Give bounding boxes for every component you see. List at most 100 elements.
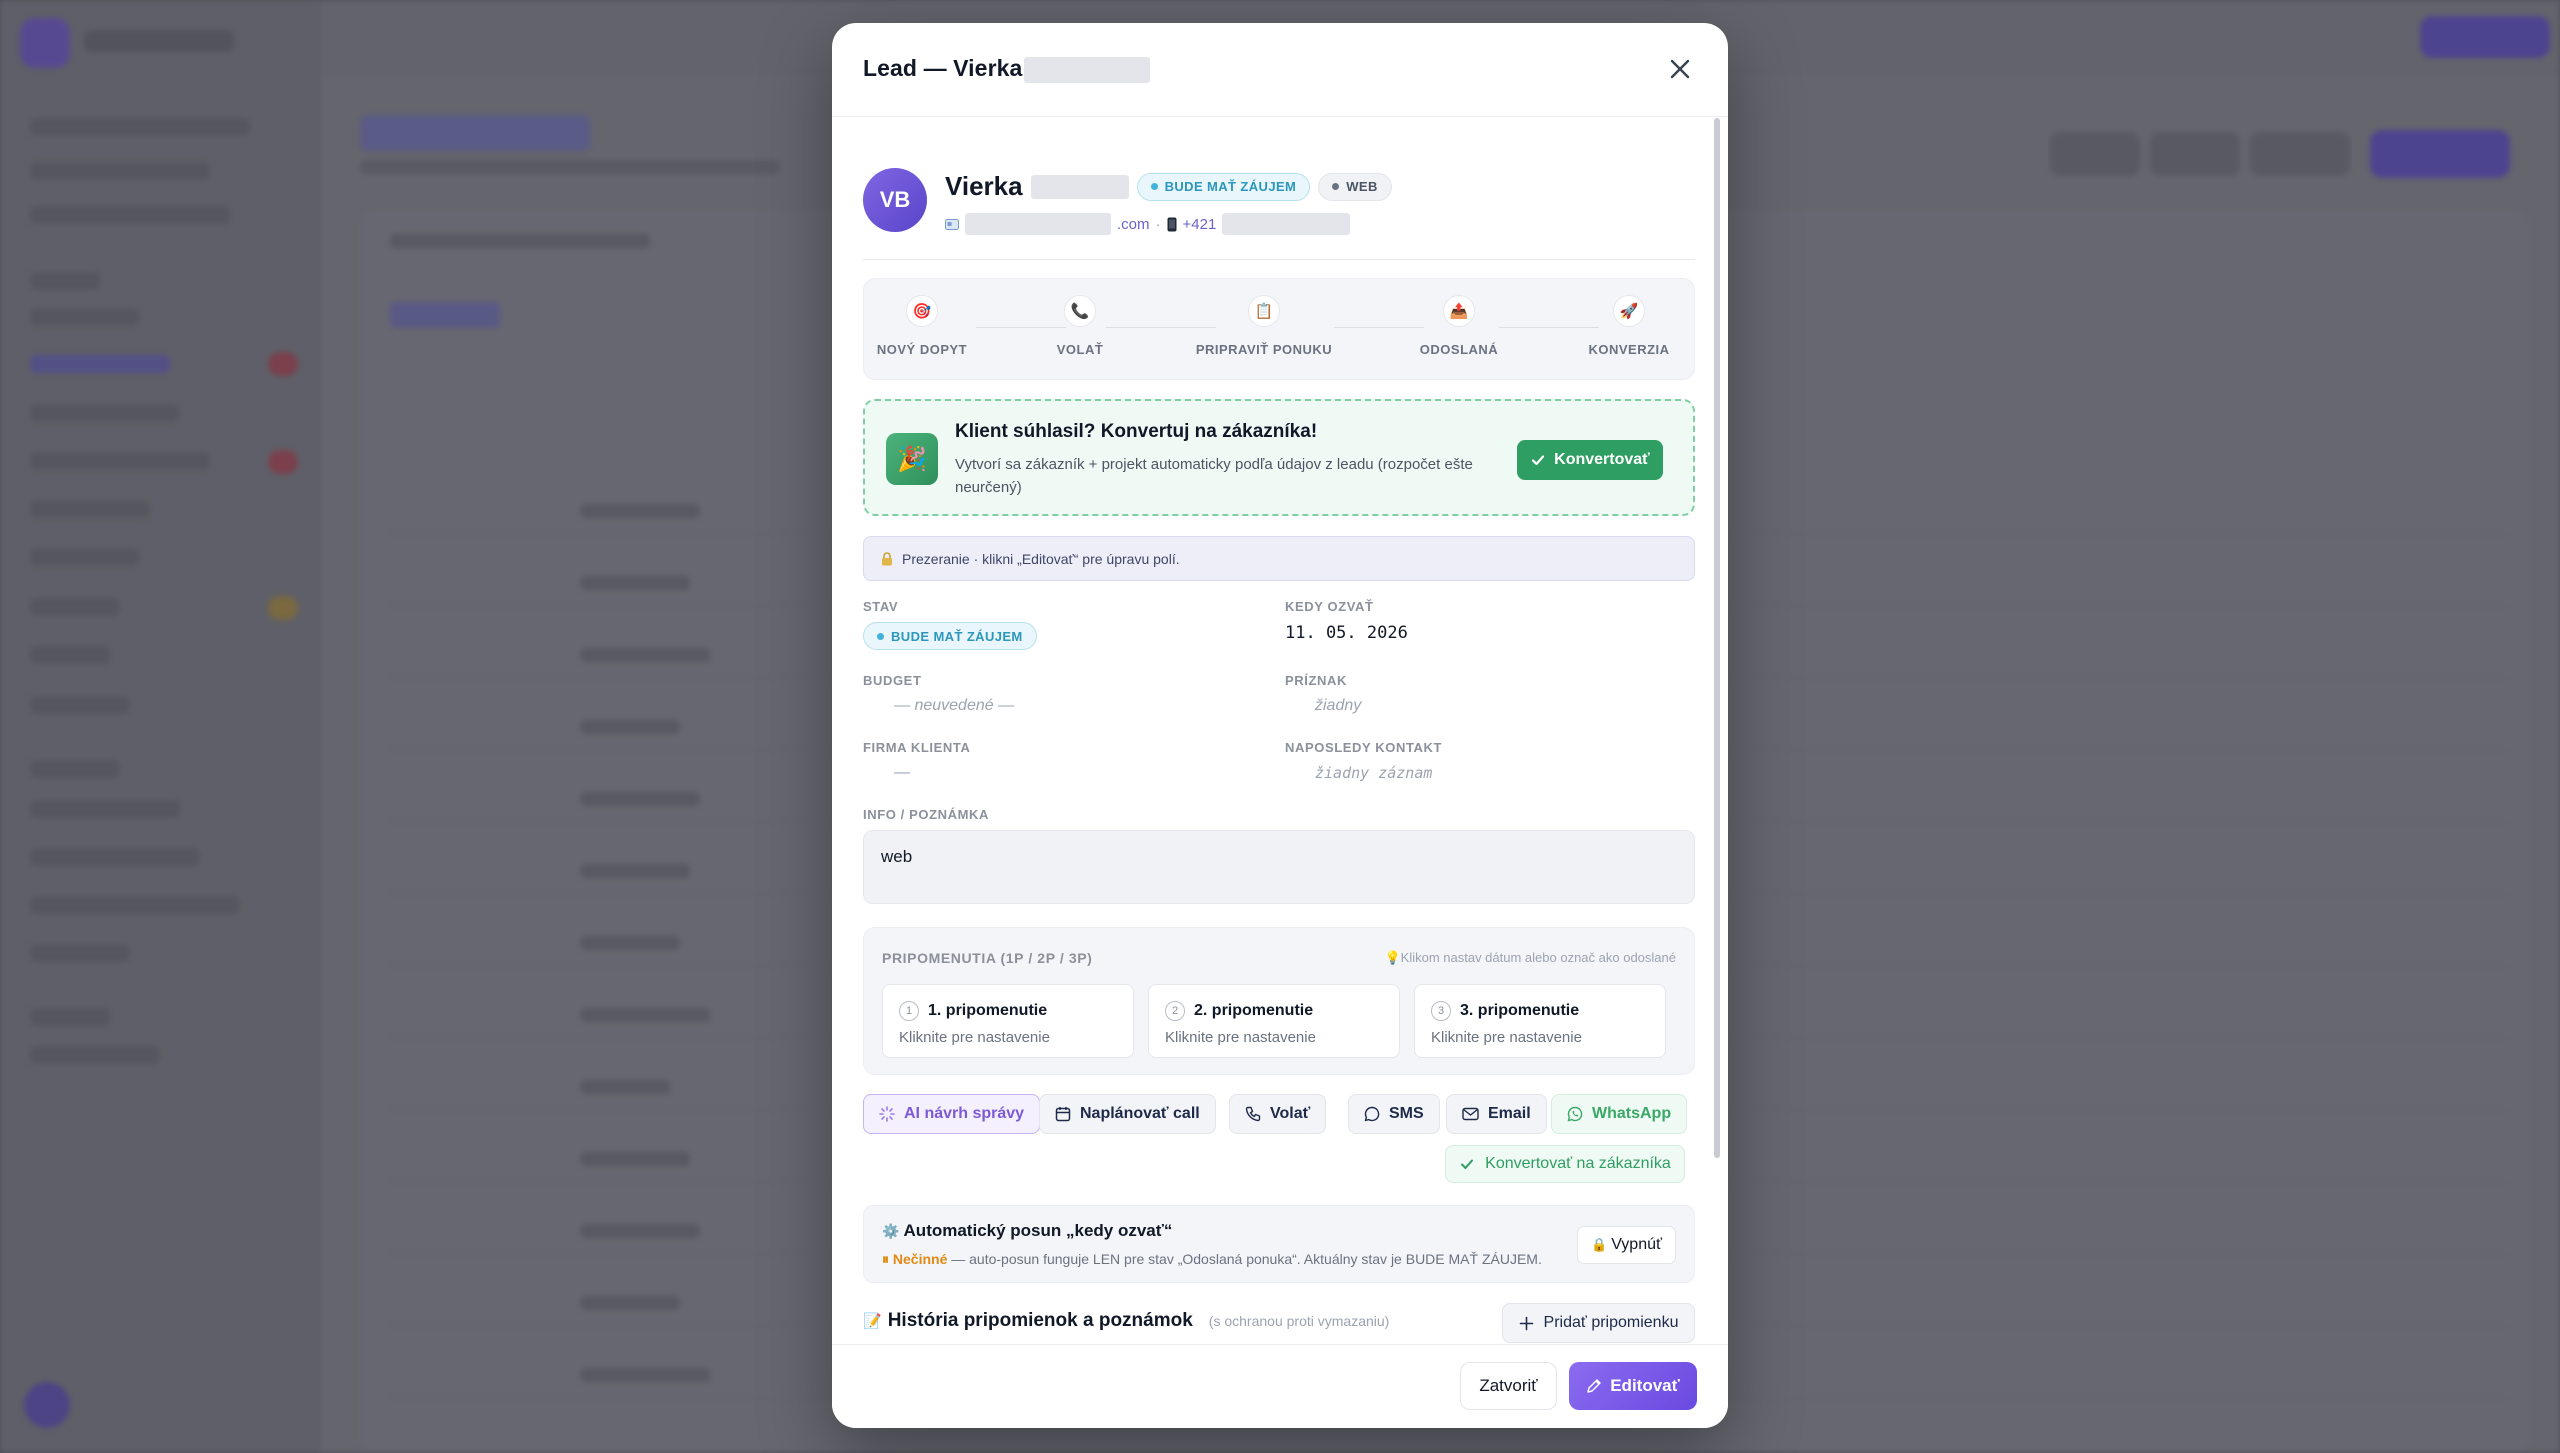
convert-title: Klient súhlasil? Konvertuj na zákazníka! xyxy=(955,421,1318,442)
edit-button[interactable]: Editovať xyxy=(1569,1362,1697,1410)
firma-klienta-value: — xyxy=(894,764,910,781)
lock-icon: 🔒 xyxy=(1591,1237,1608,1252)
reminder-number: 1 xyxy=(899,1001,919,1021)
kedy-ozvat-label: KEDY OZVAŤ xyxy=(1285,599,1374,614)
modal-title: Lead — Vierka xyxy=(863,55,1151,83)
reminder-card-3[interactable]: 3 3. pripomenutie Kliknite pre nastaveni… xyxy=(1414,984,1666,1058)
status-dot xyxy=(877,632,884,640)
lead-status-text: BUDE MAŤ ZÁUJEM xyxy=(1164,179,1297,194)
info-note: web xyxy=(863,830,1695,904)
close-button[interactable]: Zatvoriť xyxy=(1460,1362,1557,1410)
add-reminder-button[interactable]: Pridať pripomienku xyxy=(1502,1303,1695,1343)
lead-status-badge: BUDE MAŤ ZÁUJEM xyxy=(1136,172,1311,201)
disable-auto-shift-label: Vypnúť xyxy=(1611,1236,1662,1253)
lock-icon xyxy=(882,551,892,565)
add-reminder-label: Pridať pripomienku xyxy=(1543,1314,1679,1331)
auto-shift-description: ⏸ Nečinné — auto-posun funguje LEN pre s… xyxy=(882,1251,1542,1268)
reminders-panel: PRIPOMENUTIA (1P / 2P / 3P) 💡Klikom nast… xyxy=(863,927,1695,1075)
disable-auto-shift-button[interactable]: 🔒 Vypnúť xyxy=(1577,1226,1676,1264)
mail-icon xyxy=(1462,1107,1479,1121)
email-label: Email xyxy=(1488,1105,1531,1122)
firma-klienta-label: FIRMA KLIENTA xyxy=(863,740,971,755)
check-icon xyxy=(1532,455,1545,466)
lead-avatar: VB xyxy=(863,168,927,232)
pipeline-step-label: KONVERZIA xyxy=(1588,342,1670,357)
call-label: Volať xyxy=(1270,1105,1311,1122)
stav-value: BUDE MAŤ ZÁUJEM xyxy=(891,628,1023,644)
pause-icon: ⏸ xyxy=(882,1251,889,1267)
calendar-icon xyxy=(1055,1107,1071,1122)
sms-button[interactable]: SMS xyxy=(1348,1094,1440,1134)
pencil-icon xyxy=(1587,1379,1601,1393)
reminder-subtitle: Kliknite pre nastavenie xyxy=(1165,1029,1316,1046)
clipboard-icon: 📋 xyxy=(1248,295,1280,327)
modal-title-text: Lead — Vierka xyxy=(863,55,1023,81)
lead-contact-line: .com · +421 xyxy=(945,213,1351,235)
stav-badge: BUDE MAŤ ZÁUJEM xyxy=(863,622,1037,650)
whatsapp-icon xyxy=(1567,1106,1583,1122)
history-subtitle: (s ochranou proti vymazaniu) xyxy=(1208,1313,1390,1329)
ai-draft-label: AI návrh správy xyxy=(904,1105,1025,1122)
close-modal-button[interactable] xyxy=(1662,51,1698,87)
email-button[interactable]: Email xyxy=(1446,1094,1547,1134)
budget-label: BUDGET xyxy=(863,673,922,688)
whatsapp-button[interactable]: WhatsApp xyxy=(1551,1094,1688,1134)
pipeline-step-pripravit-ponuku[interactable]: 📋 PRIPRAVIŤ PONUKU xyxy=(1194,295,1334,357)
convert-description: Vytvorí sa zákazník + projekt automatick… xyxy=(955,456,1473,496)
priznak-value: žiadny xyxy=(1315,697,1362,714)
pipeline-step-volat[interactable]: 📞 VOLAŤ xyxy=(1010,295,1150,357)
gear-icon: ⚙️ xyxy=(882,1223,900,1239)
modal-body[interactable]: VB Vierka BUDE MAŤ ZÁUJEM WEB .com · +42… xyxy=(863,117,1695,1367)
info-label: INFO / POZNÁMKA xyxy=(863,807,989,822)
memo-icon: 📝 xyxy=(863,1313,882,1330)
schedule-call-button[interactable]: Naplánovať call xyxy=(1039,1094,1216,1134)
reminder-card-1[interactable]: 1 1. pripomenutie Kliknite pre nastaveni… xyxy=(882,984,1134,1058)
convert-button[interactable]: Konvertovať xyxy=(1517,440,1663,480)
source-dot xyxy=(1332,183,1340,190)
convert-to-customer-button[interactable]: Konvertovať na zákazníka xyxy=(1445,1145,1685,1183)
phone-device-icon xyxy=(1167,217,1177,231)
target-icon: 🎯 xyxy=(906,295,938,327)
auto-shift-title-row: ⚙️ Automatický posun „kedy ozvať“ xyxy=(882,1221,1172,1241)
lead-source-text: WEB xyxy=(1346,179,1378,194)
ai-draft-button[interactable]: AI návrh správy xyxy=(863,1094,1041,1134)
pipeline-step-odoslana[interactable]: 📤 ODOSLANÁ xyxy=(1389,295,1529,357)
pipeline-step-label: PRIPRAVIŤ PONUKU xyxy=(1195,342,1333,357)
call-button[interactable]: Volať xyxy=(1229,1094,1327,1134)
reminder-card-2[interactable]: 2 2. pripomenutie Kliknite pre nastaveni… xyxy=(1148,984,1400,1058)
pipeline-step-konverzia[interactable]: 🚀 KONVERZIA xyxy=(1559,295,1695,357)
plus-icon xyxy=(1519,1316,1533,1330)
lead-phone-prefix[interactable]: +421 xyxy=(1183,216,1217,233)
reminder-number: 3 xyxy=(1431,1001,1451,1021)
reminder-name: 2. pripomenutie xyxy=(1194,1002,1314,1019)
reminders-title: PRIPOMENUTIA (1P / 2P / 3P) xyxy=(882,950,1093,966)
auto-shift-title: Automatický posun „kedy ozvať“ xyxy=(903,1221,1173,1240)
chat-bubble-icon xyxy=(1364,1106,1380,1122)
status-dot xyxy=(1150,183,1158,190)
lead-detail-modal: Lead — Vierka VB Vierka BUDE MAŤ ZÁUJEM … xyxy=(832,23,1728,1428)
convert-button-label: Konvertovať xyxy=(1554,451,1650,468)
reminder-number: 2 xyxy=(1165,1001,1185,1021)
contact-separator: · xyxy=(1155,215,1161,233)
modal-header: Lead — Vierka xyxy=(832,23,1728,117)
modal-scrollbar[interactable] xyxy=(1714,118,1720,1158)
pipeline-stepper: 🎯 NOVÝ DOPYT 📞 VOLAŤ 📋 PRIPRAVIŤ PONUKU … xyxy=(863,278,1695,380)
lead-name-row: Vierka BUDE MAŤ ZÁUJEM WEB xyxy=(945,171,1392,202)
redacted-phone xyxy=(1222,213,1351,235)
sparkle-loader-icon xyxy=(879,1106,895,1122)
header-divider xyxy=(863,259,1695,260)
auto-shift-status: Nečinné xyxy=(892,1251,948,1267)
kedy-ozvat-value: 11. 05. 2026 xyxy=(1285,623,1408,643)
naposledy-kontakt-label: NAPOSLEDY KONTAKT xyxy=(1285,740,1443,755)
phone-icon xyxy=(1245,1106,1261,1122)
redacted-surname xyxy=(1030,174,1129,199)
pipeline-step-novy-dopyt[interactable]: 🎯 NOVÝ DOPYT xyxy=(863,295,992,357)
party-popper-icon: 🎉 xyxy=(886,433,938,485)
naposledy-kontakt-value: žiadny záznam xyxy=(1315,764,1433,782)
reminder-name: 3. pripomenutie xyxy=(1460,1002,1580,1019)
reminder-name: 1. pripomenutie xyxy=(928,1002,1048,1019)
lead-email-suffix[interactable]: .com xyxy=(1117,216,1150,233)
history-title-row: 📝 História pripomienok a poznámok (s och… xyxy=(863,1310,1389,1332)
outbox-icon: 📤 xyxy=(1443,295,1475,327)
close-icon xyxy=(1670,59,1690,79)
